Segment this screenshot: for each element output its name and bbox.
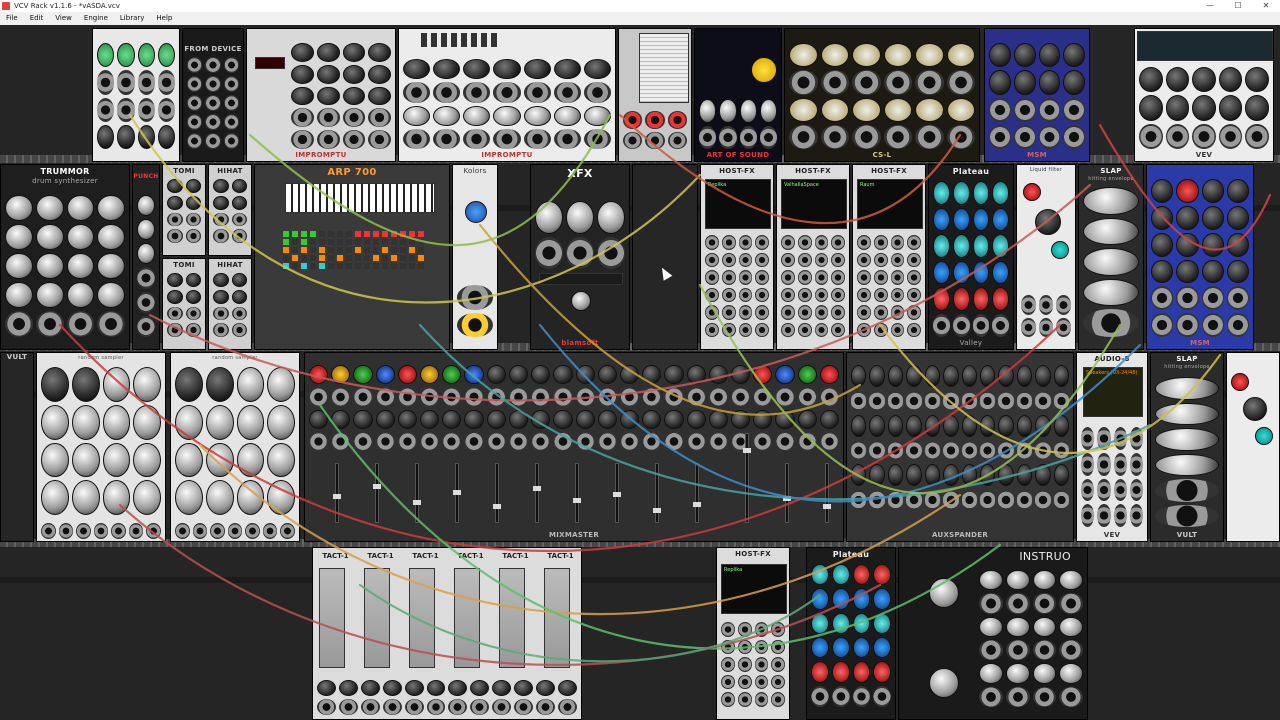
module-vev-green[interactable] bbox=[92, 28, 180, 162]
module-tomi-2[interactable]: TOMI bbox=[162, 258, 206, 350]
module-impromptu-clocked[interactable]: IMPROMPTU bbox=[246, 28, 396, 162]
menu-library[interactable]: Library bbox=[114, 12, 150, 25]
module-plateau-2[interactable]: Plateau bbox=[806, 547, 896, 720]
tact-5-label: TACT-1 bbox=[502, 552, 529, 560]
module-hihat-2[interactable]: HIHAT bbox=[208, 258, 252, 350]
tact-1-label: TACT-1 bbox=[322, 552, 349, 560]
module-tact-row[interactable]: TACT-1 TACT-1 TACT-1 TACT-1 TACT-1 TACT-… bbox=[312, 547, 582, 720]
module-kolors[interactable]: Kolors bbox=[452, 164, 498, 350]
module-cs-l[interactable]: CS-L bbox=[784, 28, 980, 162]
module-host-fx-3[interactable]: HOST-FX Raum bbox=[852, 164, 926, 350]
module-vev-xy[interactable]: VEV bbox=[1134, 28, 1274, 162]
module-host-fx-2[interactable]: HOST-FX ValhallaSpace bbox=[776, 164, 850, 350]
module-plateau[interactable]: Plateau Valley bbox=[928, 164, 1014, 350]
module-arp-700[interactable]: ARP 700 bbox=[254, 164, 450, 350]
minimize-button[interactable]: — bbox=[1196, 0, 1224, 12]
module-audio-8[interactable]: AUDIO-8 Speakers (UX-24/48) VEV bbox=[1076, 352, 1148, 542]
module-slap-1[interactable]: SLAP hitting envelope bbox=[1078, 164, 1144, 350]
tact-6-label: TACT-1 bbox=[547, 552, 574, 560]
module-blank bbox=[632, 164, 698, 350]
module-slap-2[interactable]: SLAP hitting envelope VULT bbox=[1150, 352, 1224, 542]
module-vult-left[interactable]: VULT bbox=[0, 352, 34, 542]
rack-canvas[interactable]: FROM DEVICE IMPROMPTU IMPROMPTU ART OF S… bbox=[0, 25, 1280, 720]
module-impromptu-sequencer[interactable]: IMPROMPTU bbox=[398, 28, 616, 162]
module-xfx[interactable]: XFX blamsoft bbox=[530, 164, 630, 350]
tact-3-label: TACT-1 bbox=[412, 552, 439, 560]
tact-4-label: TACT-1 bbox=[457, 552, 484, 560]
module-random-sampler-1[interactable]: random sampler bbox=[36, 352, 166, 542]
module-from-device[interactable]: FROM DEVICE bbox=[182, 28, 244, 162]
module-liquid-filter-2[interactable] bbox=[1226, 352, 1280, 542]
module-msm-2[interactable]: MSM bbox=[1146, 164, 1254, 350]
module-host-fx-1[interactable]: HOST-FX Replika bbox=[700, 164, 774, 350]
module-instruo[interactable]: INSTRUO bbox=[898, 547, 1088, 720]
menu-engine[interactable]: Engine bbox=[78, 12, 114, 25]
module-host-fx-4[interactable]: HOST-FX Replika bbox=[716, 547, 790, 720]
close-button[interactable]: ✕ bbox=[1252, 0, 1280, 12]
menu-view[interactable]: View bbox=[49, 12, 78, 25]
menu-edit[interactable]: Edit bbox=[24, 12, 50, 25]
module-auxspander[interactable]: AUXSPANDER bbox=[846, 352, 1074, 542]
module-liquid-filter[interactable]: Liquid filter bbox=[1016, 164, 1076, 350]
maximize-button[interactable]: ☐ bbox=[1224, 0, 1252, 12]
menu-help[interactable]: Help bbox=[150, 12, 178, 25]
window-title: VCV Rack v1.1.6 - *vASDA.vcv bbox=[14, 2, 120, 10]
module-punch[interactable]: PUNCH bbox=[132, 164, 160, 350]
vcv-rack-icon bbox=[2, 2, 10, 10]
module-tomi[interactable]: TOMI bbox=[162, 164, 206, 256]
window-titlebar: VCV Rack v1.1.6 - *vASDA.vcv — ☐ ✕ bbox=[0, 0, 1280, 12]
tact-2-label: TACT-1 bbox=[367, 552, 394, 560]
module-mixmaster[interactable]: MIXMASTER bbox=[304, 352, 844, 542]
module-time-base[interactable]: ART OF SOUND bbox=[694, 28, 782, 162]
menu-file[interactable]: File bbox=[0, 12, 24, 25]
module-hihat[interactable]: HIHAT bbox=[208, 164, 252, 256]
window-controls: — ☐ ✕ bbox=[1196, 0, 1280, 12]
module-trummor[interactable]: TRUMMOR drum synthesizer bbox=[0, 164, 130, 350]
module-msm-blue[interactable]: MSM bbox=[984, 28, 1090, 162]
menu-bar: File Edit View Engine Library Help bbox=[0, 12, 1280, 25]
module-random-sampler-2[interactable]: random sampler bbox=[170, 352, 300, 542]
module-art-of-sound[interactable] bbox=[618, 28, 692, 162]
